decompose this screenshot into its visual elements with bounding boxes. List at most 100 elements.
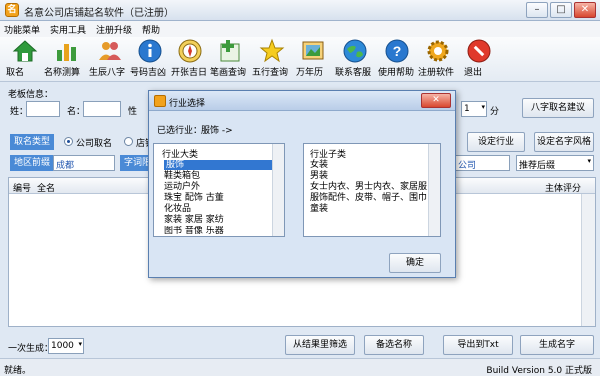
menu-tools[interactable]: 实用工具 (50, 23, 86, 36)
generate-names-button[interactable]: 生成名字 (520, 335, 594, 355)
toolbar-label: 使用帮助 (378, 68, 415, 78)
help-icon: ? (385, 39, 409, 63)
radio-company[interactable] (64, 137, 73, 146)
region-input[interactable]: 成都 (53, 155, 115, 171)
svg-text:?: ? (393, 43, 402, 59)
toolbar-button-strokes[interactable]: 笔画查询 (210, 38, 250, 80)
dialog-title: 行业选择 (169, 99, 206, 109)
subcategory-list-scrollbar[interactable] (428, 144, 440, 236)
app-icon (154, 95, 166, 107)
toolbar-button-test[interactable]: 名称测算 (44, 38, 88, 80)
set-industry-button[interactable]: 设定行业 (467, 132, 525, 152)
toolbar-label: 笔画查询 (210, 68, 247, 78)
bars-icon (57, 44, 76, 61)
toolbar-label: 取名 (6, 68, 25, 78)
category-list-scrollbar[interactable] (272, 144, 284, 236)
people-icon (99, 42, 121, 60)
list-item[interactable]: 女装 (310, 160, 328, 170)
toolbar-button-help[interactable]: ? 使用帮助 (378, 38, 416, 80)
export-txt-button[interactable]: 导出到Txt (443, 335, 513, 355)
build-version: Build Version 5.0 正式版 (486, 366, 592, 376)
name-input[interactable] (83, 101, 121, 117)
close-button[interactable]: ✕ (574, 2, 596, 18)
toolbar-label: 开张吉日 (171, 68, 208, 78)
suffix-value: 公司 (458, 161, 477, 171)
toolbar-button-opening-day[interactable]: 开张吉日 (171, 38, 209, 80)
chevron-down-icon: ▾ (587, 157, 591, 165)
info-icon (138, 39, 162, 63)
toolbar-label: 名称测算 (44, 68, 81, 78)
list-item[interactable]: 图书 音像 乐器 (164, 226, 224, 235)
dialog-close-button[interactable]: ✕ (421, 93, 451, 108)
surname-input[interactable] (26, 101, 60, 117)
window-controls: – □ ✕ (526, 2, 596, 18)
status-bar: 就绪。 Build Version 5.0 正式版 (0, 358, 600, 376)
list-item[interactable]: 男装 (310, 171, 328, 181)
region-label: 地区前缀 (10, 155, 55, 171)
chevron-down-icon: ▾ (78, 340, 82, 348)
category-list-header: 行业大类 (162, 150, 199, 160)
menu-help[interactable]: 帮助 (142, 23, 160, 36)
list-item[interactable]: 鞋类箱包 (164, 171, 200, 181)
boss-section-title: 老板信息： (8, 90, 54, 100)
list-item[interactable]: 家装 家居 家纺 (164, 215, 224, 225)
generate-count-label: 一次生成： (8, 344, 54, 354)
region-value: 成都 (56, 161, 75, 171)
ok-button[interactable]: 确定 (389, 253, 441, 273)
toolbar-label: 五行查询 (252, 68, 289, 78)
toolbar-button-exit[interactable]: 退出 (464, 38, 494, 80)
calendar-frame-icon (302, 41, 324, 60)
radio-shop[interactable] (124, 137, 133, 146)
globe-icon (343, 39, 367, 63)
generate-count-select[interactable]: 1000 ▾ (48, 338, 84, 354)
list-item[interactable]: 童装 (310, 204, 328, 214)
industry-subcategory-list[interactable]: 行业子类 女装 男装 女士内衣、男士内衣、家居服 服饰配件、皮带、帽子、围巾 童… (303, 143, 441, 237)
list-item[interactable]: 运动户外 (164, 182, 200, 192)
list-item[interactable]: 珠宝 配饰 古董 (164, 193, 224, 203)
window-title: 名意公司店铺起名软件（已注册） (24, 8, 174, 19)
toolbar: 取名 名称测算 生辰八字 号码吉凶 开张吉日 笔画查询 五行查询 万年历 联系客… (0, 37, 600, 82)
chevron-down-icon: ▾ (481, 103, 485, 111)
subcategory-list-header: 行业子类 (310, 150, 347, 160)
exit-icon (467, 39, 491, 63)
toolbar-button-number[interactable]: 号码吉凶 (130, 38, 170, 80)
industry-dialog: 行业选择 ✕ 已选行业： 服饰 -> 行业大类 服饰 鞋类箱包 运动户外 珠宝 … (148, 90, 456, 278)
list-item[interactable]: 女士内衣、男士内衣、家居服 (310, 182, 427, 192)
toolbar-button-support[interactable]: 联系客服 (335, 38, 375, 80)
maximize-button[interactable]: □ (550, 2, 572, 18)
minimize-button[interactable]: – (526, 2, 548, 18)
toolbar-button-register[interactable]: 注册软件 (418, 38, 458, 80)
toolbar-button-naming[interactable]: 取名 (6, 38, 44, 80)
alternate-names-button[interactable]: 备选名称 (364, 335, 424, 355)
list-item[interactable]: 化妆品 (164, 204, 191, 214)
industry-category-list[interactable]: 行业大类 服饰 鞋类箱包 运动户外 珠宝 配饰 古董 化妆品 家装 家居 家纺 … (153, 143, 285, 237)
set-style-button[interactable]: 设定名字风格 (534, 132, 594, 152)
toolbar-button-calendar[interactable]: 万年历 (296, 38, 330, 80)
title-bar: 名 名意公司店铺起名软件（已注册） – □ ✕ (0, 0, 600, 21)
selected-industry-value: 服饰 -> (201, 126, 233, 136)
compass-icon (178, 39, 202, 63)
hour-value: 1 (464, 104, 470, 114)
toolbar-label: 万年历 (296, 68, 324, 78)
star-icon (259, 38, 285, 63)
hour-select[interactable]: 1 ▾ (461, 101, 487, 117)
menu-functions[interactable]: 功能菜单 (4, 23, 40, 36)
column-header-fullname: 全名 (37, 184, 56, 194)
naming-type-label: 取名类型 (10, 134, 55, 150)
gender-label: 性 (128, 107, 138, 117)
toolbar-label: 号码吉凶 (130, 68, 167, 78)
bazi-suggest-button[interactable]: 八字取名建议 (522, 98, 594, 118)
sort-select[interactable]: 推荐后缀 ▾ (516, 155, 594, 171)
selected-industry-label: 已选行业： (157, 126, 203, 136)
list-item[interactable]: 服饰配件、皮带、帽子、围巾 (310, 193, 427, 203)
toolbar-button-five-elements[interactable]: 五行查询 (252, 38, 292, 80)
book-plus-icon (220, 40, 240, 62)
toolbar-button-bazi[interactable]: 生辰八字 (89, 38, 131, 80)
table-scrollbar[interactable] (581, 194, 595, 326)
minute-label: 分 (490, 107, 500, 117)
column-header-number: 编号 (13, 184, 32, 194)
menu-bar: 功能菜单 实用工具 注册升级 帮助 (0, 21, 600, 37)
menu-register[interactable]: 注册升级 (96, 23, 132, 36)
filter-results-button[interactable]: 从结果里筛选 (285, 335, 355, 355)
list-item[interactable]: 服饰 (164, 160, 278, 170)
